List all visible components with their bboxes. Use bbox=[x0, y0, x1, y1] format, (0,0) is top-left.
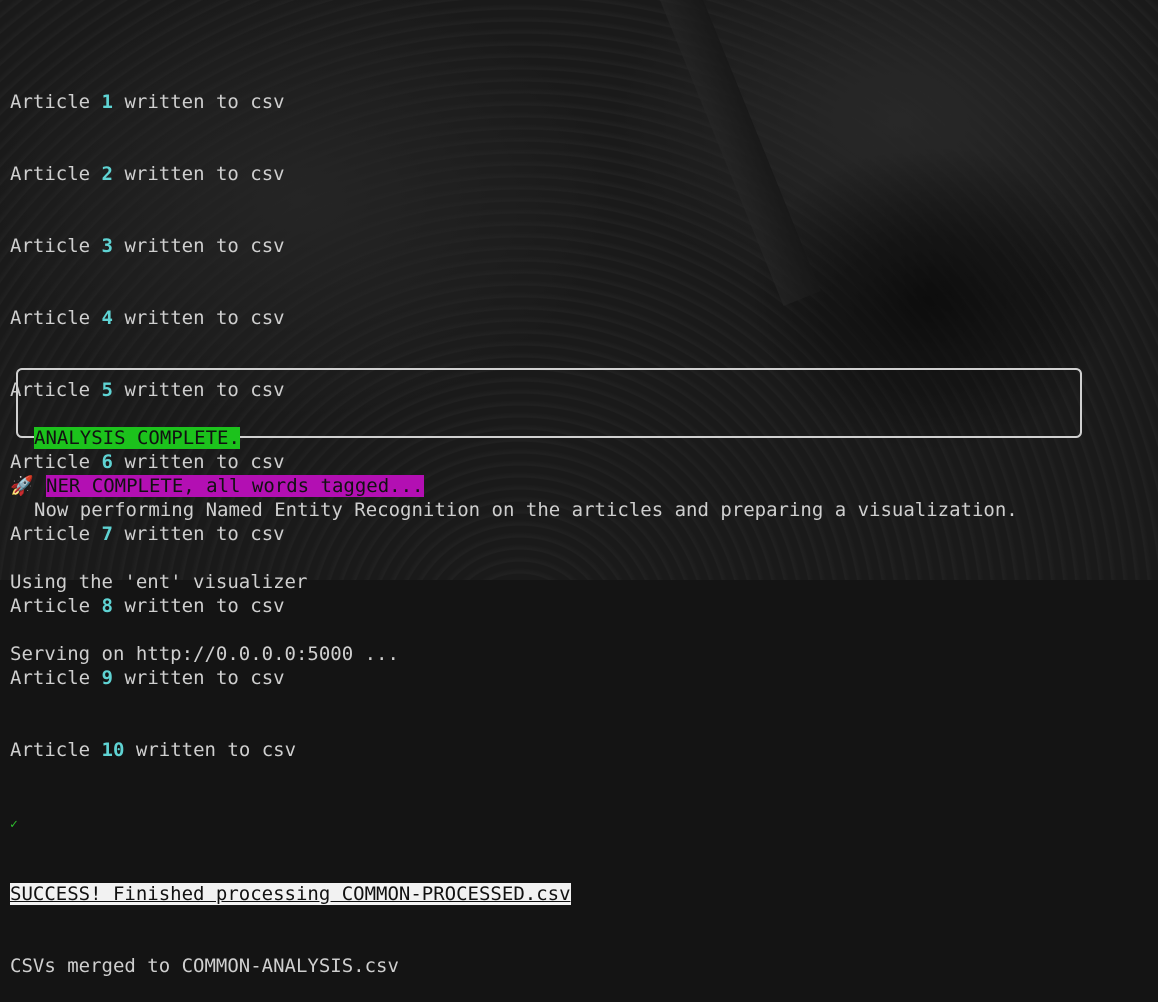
merged-message: CSVs merged to COMMON-ANALYSIS.csv bbox=[10, 955, 399, 977]
serving-message: Serving on http://0.0.0.0:5000 ... bbox=[10, 643, 399, 665]
ner-status-line: 🚀 NER COMPLETE, all words tagged... bbox=[10, 474, 424, 498]
article-line-10: Article 10 written to csv bbox=[10, 738, 571, 762]
article-status: written to csv bbox=[124, 235, 285, 257]
article-number: 3 bbox=[101, 235, 113, 257]
analysis-panel: ANALYSIS COMPLETE. Now performing Named … bbox=[16, 368, 1082, 521]
ner-complete-badge: NER COMPLETE, all words tagged... bbox=[46, 475, 424, 497]
article-label: Article bbox=[10, 307, 91, 329]
article-number: 10 bbox=[101, 739, 125, 761]
success-line: SUCCESS! Finished processing COMMON-PROC… bbox=[10, 882, 571, 906]
rocket-icon: 🚀 bbox=[10, 475, 34, 497]
merged-line: CSVs merged to COMMON-ANALYSIS.csv bbox=[10, 954, 571, 978]
article-number: 2 bbox=[101, 163, 113, 185]
article-label: Article bbox=[10, 739, 91, 761]
check-icon: ✓ bbox=[10, 817, 18, 832]
article-label: Article bbox=[10, 163, 91, 185]
article-number: 1 bbox=[101, 91, 113, 113]
success-message: SUCCESS! Finished processing COMMON-PROC… bbox=[10, 883, 571, 905]
article-line-2: Article 2 written to csv bbox=[10, 162, 571, 186]
article-status: written to csv bbox=[124, 91, 285, 113]
analysis-complete-badge: ANALYSIS COMPLETE. bbox=[34, 427, 240, 449]
article-line-4: Article 4 written to csv bbox=[10, 306, 571, 330]
analysis-title-line: ANALYSIS COMPLETE. bbox=[34, 426, 1018, 450]
analysis-body: Now performing Named Entity Recognition … bbox=[34, 499, 1018, 521]
visualizer-message: Using the 'ent' visualizer bbox=[10, 571, 308, 593]
checkmark-line: ✓ bbox=[10, 810, 571, 834]
article-line-3: Article 3 written to csv bbox=[10, 234, 571, 258]
article-number: 4 bbox=[101, 307, 113, 329]
server-output: Using the 'ent' visualizer Serving on ht… bbox=[10, 522, 399, 690]
article-label: Article bbox=[10, 91, 91, 113]
article-line-1: Article 1 written to csv bbox=[10, 90, 571, 114]
article-label: Article bbox=[10, 235, 91, 257]
article-status: written to csv bbox=[135, 739, 297, 761]
article-status: written to csv bbox=[124, 163, 285, 185]
article-status: written to csv bbox=[124, 307, 285, 329]
